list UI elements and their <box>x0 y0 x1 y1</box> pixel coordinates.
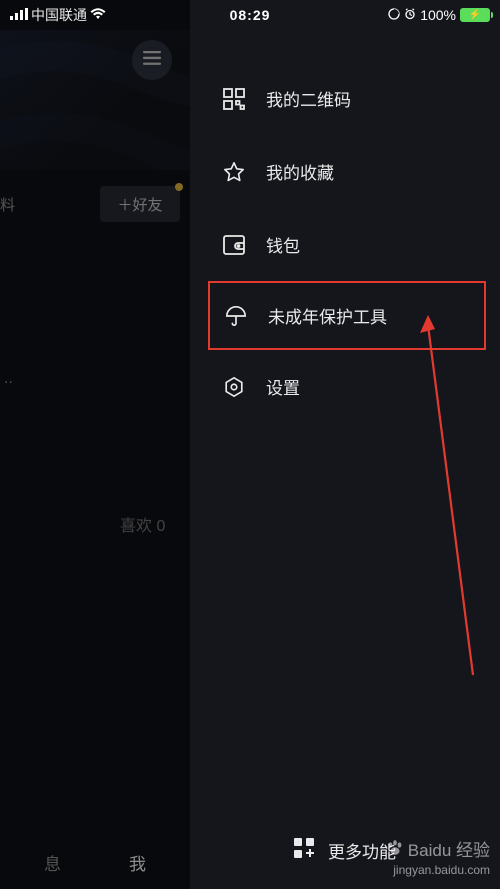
wifi-icon <box>90 7 106 23</box>
umbrella-icon <box>224 304 248 328</box>
carrier-label: 中国联通 <box>31 5 87 25</box>
star-icon <box>222 160 246 184</box>
menu-item-favorites[interactable]: 我的收藏 <box>190 135 500 208</box>
status-right: 100% ⚡ <box>388 7 490 23</box>
menu-list: 我的二维码 我的收藏 钱包 未成年保护工具 设置 <box>190 30 500 423</box>
menu-label-qrcode: 我的二维码 <box>266 86 351 111</box>
watermark-brand: Baidu 经验 <box>408 840 490 862</box>
grid-plus-icon <box>294 838 314 863</box>
menu-item-settings[interactable]: 设置 <box>190 350 500 423</box>
side-menu: 我的二维码 我的收藏 钱包 未成年保护工具 设置 <box>190 30 500 889</box>
menu-item-youth-protection[interactable]: 未成年保护工具 <box>208 281 486 350</box>
menu-item-wallet[interactable]: 钱包 <box>190 208 500 281</box>
baidu-paw-icon <box>386 839 404 863</box>
watermark: Baidu 经验 jingyan.baidu.com <box>386 839 490 879</box>
dim-overlay[interactable] <box>0 0 190 889</box>
menu-label-wallet: 钱包 <box>266 232 300 257</box>
menu-label-favorites: 我的收藏 <box>266 159 334 184</box>
status-left: 中国联通 <box>10 5 106 25</box>
battery-pct: 100% <box>420 7 456 23</box>
watermark-url: jingyan.baidu.com <box>386 863 490 879</box>
lock-icon <box>388 7 400 23</box>
menu-item-qrcode[interactable]: 我的二维码 <box>190 62 500 135</box>
menu-label-settings: 设置 <box>266 374 300 399</box>
status-bar: 中国联通 08:29 100% ⚡ <box>0 0 500 30</box>
alarm-icon <box>404 7 416 23</box>
wallet-icon <box>222 233 246 257</box>
left-panel-dimmed: 料 ＋好友 .. 喜欢 0 息 我 <box>0 0 190 889</box>
settings-icon <box>222 375 246 399</box>
qrcode-icon <box>222 87 246 111</box>
status-time: 08:29 <box>230 7 271 23</box>
menu-label-youth: 未成年保护工具 <box>268 303 387 328</box>
signal-icon <box>10 7 28 23</box>
battery-icon: ⚡ <box>460 8 490 22</box>
